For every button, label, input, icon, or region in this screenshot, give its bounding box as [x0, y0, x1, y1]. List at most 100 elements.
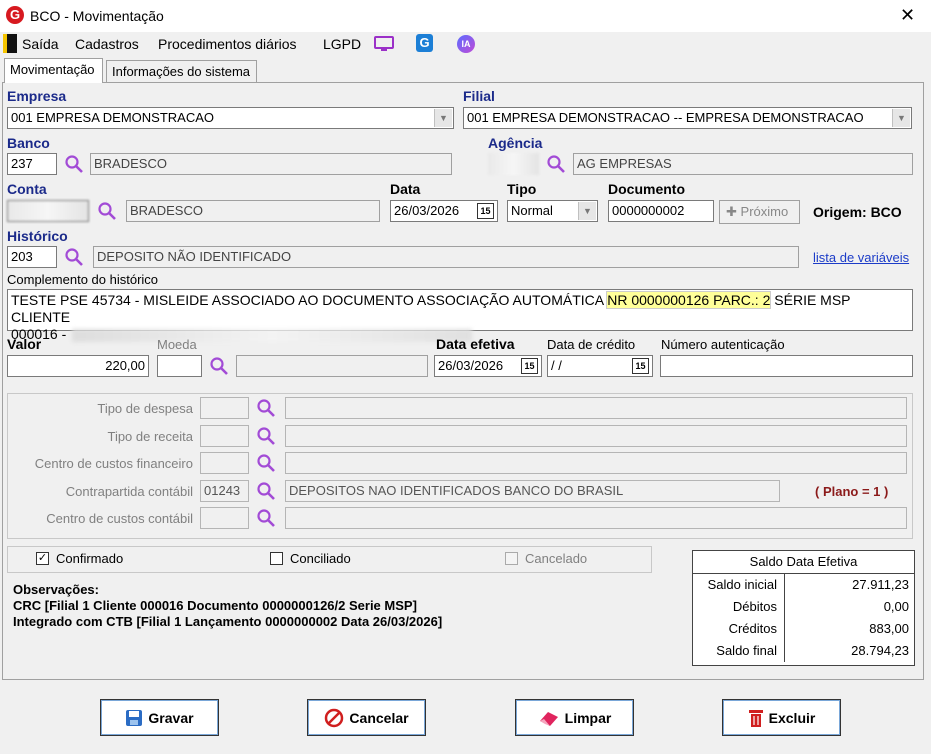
- cancelar-label: Cancelar: [349, 709, 409, 726]
- contrapartida-code-input[interactable]: 01243: [200, 480, 249, 502]
- complemento-highlight: NR 0000000126 PARC.: 2: [606, 291, 772, 309]
- centro-custos-contabil-input[interactable]: [200, 507, 249, 529]
- chevron-down-icon[interactable]: ▼: [892, 109, 910, 127]
- saldo-value: 28.794,23: [851, 643, 909, 658]
- historico-code-input[interactable]: 203: [7, 246, 57, 268]
- documento-input[interactable]: 0000000002: [608, 200, 714, 222]
- banco-code-input[interactable]: 237: [7, 153, 57, 175]
- complemento-label: Complemento do histórico: [7, 272, 159, 287]
- numero-autenticacao-label: Número autenticação: [661, 337, 785, 352]
- data-input[interactable]: 26/03/2026 15: [390, 200, 498, 222]
- exit-door-icon[interactable]: [3, 34, 17, 53]
- conta-name-field: BRADESCO: [126, 200, 380, 222]
- saldo-label: Saldo final: [716, 643, 777, 658]
- tab-informacoes-sistema[interactable]: Informações do sistema: [106, 60, 257, 82]
- agencia-name-field: AG EMPRESAS: [573, 153, 913, 175]
- empresa-select[interactable]: 001 EMPRESA DEMONSTRACAO ▼: [7, 107, 454, 129]
- agencia-code-input[interactable]: [488, 153, 539, 175]
- moeda-input[interactable]: [157, 355, 202, 377]
- menu-cadastros[interactable]: Cadastros: [75, 36, 139, 52]
- ia-icon[interactable]: IA: [457, 35, 475, 53]
- monitor-icon[interactable]: [373, 35, 395, 53]
- historico-label: Histórico: [7, 228, 68, 244]
- g-app-icon[interactable]: G: [416, 34, 433, 52]
- centro-custos-financeiro-label: Centro de custos financeiro: [34, 456, 193, 471]
- saldo-title: Saldo Data Efetiva: [693, 551, 914, 574]
- limpar-button[interactable]: Limpar: [515, 699, 634, 736]
- search-icon[interactable]: [64, 247, 84, 267]
- redacted-text: [72, 328, 473, 342]
- saldo-label: Créditos: [728, 621, 777, 636]
- centro-custos-financeiro-name: [285, 452, 907, 474]
- calendar-icon[interactable]: 15: [521, 358, 538, 374]
- proximo-label: Próximo: [740, 204, 789, 219]
- chevron-down-icon[interactable]: ▼: [578, 202, 596, 220]
- banco-name-field: BRADESCO: [90, 153, 452, 175]
- confirmado-checkbox[interactable]: ✓: [36, 552, 49, 565]
- cancelar-button[interactable]: Cancelar: [307, 699, 426, 736]
- menu-lgpd[interactable]: LGPD: [323, 36, 361, 52]
- data-efetiva-label: Data efetiva: [436, 336, 515, 352]
- chevron-down-icon[interactable]: ▼: [434, 109, 452, 127]
- search-icon[interactable]: [546, 154, 566, 174]
- historico-name-field: DEPOSITO NÃO IDENTIFICADO: [93, 246, 799, 268]
- conta-label: Conta: [7, 181, 47, 197]
- eraser-icon: [539, 711, 558, 726]
- trash-icon: [748, 709, 763, 727]
- cancelado-label: Cancelado: [525, 551, 588, 566]
- tipo-receita-input[interactable]: [200, 425, 249, 447]
- search-icon[interactable]: [209, 356, 229, 376]
- valor-input[interactable]: 220,00: [7, 355, 149, 377]
- calendar-icon[interactable]: 15: [477, 203, 494, 219]
- observacoes-title: Observações:: [13, 582, 99, 597]
- centro-custos-financeiro-input[interactable]: [200, 452, 249, 474]
- banco-label: Banco: [7, 135, 50, 151]
- origem-label: Origem: BCO: [813, 204, 902, 220]
- search-icon[interactable]: [256, 398, 276, 418]
- data-credito-input[interactable]: / /15: [547, 355, 653, 377]
- search-icon[interactable]: [64, 154, 84, 174]
- search-icon[interactable]: [256, 508, 276, 528]
- complemento-textarea[interactable]: TESTE PSE 45734 - MISLEIDE ASSOCIADO AO …: [7, 289, 913, 342]
- data-efetiva-input[interactable]: 26/03/2026 15: [434, 355, 542, 377]
- gravar-label: Gravar: [148, 709, 194, 726]
- observacoes-line2: Integrado com CTB [Filial 1 Lançamento 0…: [13, 614, 443, 629]
- saldo-table: Saldo Data Efetiva Saldo inicial Débitos…: [692, 550, 915, 666]
- centro-custos-contabil-name: [285, 507, 907, 529]
- tab-movimentacao[interactable]: Movimentação: [4, 58, 103, 83]
- proximo-button[interactable]: ✚ Próximo: [719, 200, 800, 224]
- conta-code-input[interactable]: [7, 200, 89, 222]
- cancelado-checkbox[interactable]: [505, 552, 518, 565]
- numero-autenticacao-input[interactable]: [660, 355, 913, 377]
- close-icon[interactable]: ✕: [900, 5, 915, 26]
- filial-select[interactable]: 001 EMPRESA DEMONSTRACAO -- EMPRESA DEMO…: [463, 107, 912, 129]
- excluir-button[interactable]: Excluir: [722, 699, 841, 736]
- observacoes-block: Observações: CRC [Filial 1 Cliente 00001…: [13, 582, 442, 630]
- save-icon: [126, 709, 143, 726]
- plano-label: ( Plano = 1 ): [815, 484, 889, 499]
- moeda-label: Moeda: [157, 337, 197, 352]
- lista-variaveis-link[interactable]: lista de variáveis: [813, 250, 909, 265]
- search-icon[interactable]: [256, 481, 276, 501]
- search-icon[interactable]: [256, 426, 276, 446]
- search-icon[interactable]: [256, 453, 276, 473]
- calendar-icon[interactable]: 15: [632, 358, 649, 374]
- observacoes-line1: CRC [Filial 1 Cliente 000016 Documento 0…: [13, 598, 417, 613]
- saldo-value: 883,00: [869, 621, 909, 636]
- confirmado-label: Confirmado: [56, 551, 124, 566]
- menu-saida[interactable]: Saída: [22, 36, 59, 52]
- conciliado-label: Conciliado: [290, 551, 351, 566]
- filial-label: Filial: [463, 88, 495, 104]
- tipo-receita-name: [285, 425, 907, 447]
- tipo-despesa-input[interactable]: [200, 397, 249, 419]
- window-title: BCO - Movimentação: [30, 8, 164, 24]
- conciliado-checkbox[interactable]: [270, 552, 283, 565]
- tipo-label: Tipo: [507, 181, 537, 197]
- tipo-select[interactable]: Normal ▼: [507, 200, 598, 222]
- limpar-label: Limpar: [564, 709, 612, 726]
- search-icon[interactable]: [97, 201, 117, 221]
- gravar-button[interactable]: Gravar: [100, 699, 219, 736]
- valor-label: Valor: [7, 336, 42, 352]
- excluir-label: Excluir: [768, 709, 816, 726]
- menu-procedimentos[interactable]: Procedimentos diários: [158, 36, 297, 52]
